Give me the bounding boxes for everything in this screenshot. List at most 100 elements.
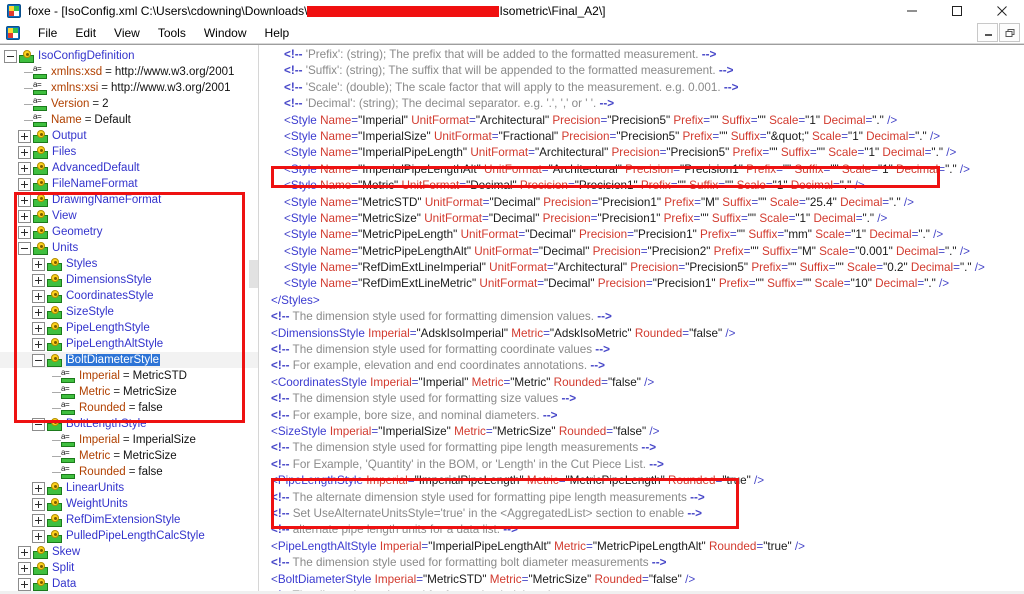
collapse-minus-icon[interactable] bbox=[18, 241, 31, 255]
expand-plus-icon[interactable] bbox=[18, 129, 31, 143]
tree-attribute-xmlns-xsd[interactable]: a= xmlns:xsd = http://www.w3.org/2001 bbox=[0, 64, 258, 80]
tree-attribute-name: Rounded bbox=[79, 466, 126, 478]
tree-attribute-imperial[interactable]: a= Imperial = MetricSTD bbox=[0, 368, 258, 384]
tree-node-filenameformat[interactable]: FileNameFormat bbox=[0, 176, 258, 192]
tree-node-split[interactable]: Split bbox=[0, 560, 258, 576]
window-title-prefix: foxe - [IsoConfig.xml C:\Users\cdowning\… bbox=[28, 4, 308, 18]
expand-plus-icon[interactable] bbox=[32, 529, 45, 543]
tree-node-drawingnameformat[interactable]: DrawingNameFormat bbox=[0, 192, 258, 208]
tree-node-label: LinearUnits bbox=[66, 482, 125, 494]
mdi-minimize-button[interactable] bbox=[977, 23, 998, 42]
menu-item-window[interactable]: Window bbox=[195, 23, 256, 43]
tree-node-boltdiameterstyle[interactable]: BoltDiameterStyle bbox=[0, 352, 258, 368]
tree-attribute-rounded[interactable]: a= Rounded = false bbox=[0, 464, 258, 480]
collapse-minus-icon[interactable] bbox=[32, 417, 45, 431]
expand-plus-icon[interactable] bbox=[32, 513, 45, 527]
tree-node-skew[interactable]: Skew bbox=[0, 544, 258, 560]
tree-attribute-version[interactable]: a= Version = 2 bbox=[0, 96, 258, 112]
expand-plus-icon[interactable] bbox=[32, 337, 45, 351]
tree-node-label: Split bbox=[52, 562, 75, 574]
tree-node-label: PipeLengthStyle bbox=[66, 322, 150, 334]
tree-node-pipelengthaltstyle[interactable]: PipeLengthAltStyle bbox=[0, 336, 258, 352]
menu-item-view[interactable]: View bbox=[105, 23, 149, 43]
tree-attribute-name[interactable]: a= Name = Default bbox=[0, 112, 258, 128]
tree-node-advanceddefault[interactable]: AdvancedDefault bbox=[0, 160, 258, 176]
tree-node-pipelengthstyle[interactable]: PipeLengthStyle bbox=[0, 320, 258, 336]
xml-element-line-style: <Style Name="MetricPipeLength" UnitForma… bbox=[284, 228, 944, 242]
xml-attribute-icon: a= bbox=[61, 384, 75, 399]
collapse-minus-icon[interactable] bbox=[4, 49, 17, 63]
menu-item-file[interactable]: File bbox=[29, 23, 66, 43]
expand-plus-icon[interactable] bbox=[32, 289, 45, 303]
tree-node-boltlengthstyle[interactable]: BoltLengthStyle bbox=[0, 416, 258, 432]
xml-element-icon bbox=[33, 209, 48, 223]
maximize-button[interactable] bbox=[934, 0, 979, 22]
tree-attribute-metric[interactable]: a= Metric = MetricSize bbox=[0, 384, 258, 400]
xml-element-line-boltdiameterstyle: <BoltDiameterStyle Imperial="MetricSTD" … bbox=[271, 572, 696, 586]
minimize-button[interactable] bbox=[889, 0, 934, 22]
expand-plus-icon[interactable] bbox=[18, 177, 31, 191]
tree-node-refdimextensionstyle[interactable]: RefDimExtensionStyle bbox=[0, 512, 258, 528]
expand-plus-icon[interactable] bbox=[18, 225, 31, 239]
tree-attribute-metric[interactable]: a= Metric = MetricSize bbox=[0, 448, 258, 464]
tree-node-dimensionsstyle[interactable]: DimensionsStyle bbox=[0, 272, 258, 288]
xml-comment-line: <!-- 'Prefix': (string); The prefix that… bbox=[284, 48, 717, 61]
expand-plus-icon[interactable] bbox=[18, 545, 31, 559]
window-title-suffix: Isometric\Final_A2\] bbox=[499, 4, 606, 18]
tree-attribute-equals: = bbox=[84, 114, 92, 126]
xml-element-icon bbox=[33, 177, 48, 191]
collapse-minus-icon[interactable] bbox=[32, 353, 45, 367]
tree-attribute-name: Metric bbox=[79, 450, 111, 462]
xml-attribute-icon: a= bbox=[33, 96, 47, 111]
tree-node-output[interactable]: Output bbox=[0, 128, 258, 144]
expand-plus-icon[interactable] bbox=[18, 209, 31, 223]
tree-node-coordinatesstyle[interactable]: CoordinatesStyle bbox=[0, 288, 258, 304]
expand-plus-icon[interactable] bbox=[18, 145, 31, 159]
tree-attribute-name: Version bbox=[51, 98, 90, 110]
xml-tree-panel[interactable]: IsoConfigDefinition a= xmlns:xsd = http://ww… bbox=[0, 45, 258, 594]
expand-plus-icon[interactable] bbox=[18, 161, 31, 175]
xml-element-icon bbox=[47, 481, 62, 495]
expand-plus-icon[interactable] bbox=[32, 273, 45, 287]
xml-element-line-style: <Style Name="RefDimExtLineImperial" Unit… bbox=[284, 261, 985, 275]
tree-attribute-equals: = bbox=[105, 66, 112, 78]
tree-node-styles[interactable]: Styles bbox=[0, 256, 258, 272]
menu-item-help[interactable]: Help bbox=[256, 23, 299, 43]
expand-plus-icon[interactable] bbox=[18, 193, 31, 207]
tree-node-isoconfigdefinition[interactable]: IsoConfigDefinition bbox=[0, 48, 258, 64]
xml-element-icon bbox=[47, 273, 62, 287]
expand-plus-icon[interactable] bbox=[32, 257, 45, 271]
tree-node-pulledpipelengthcalcstyle[interactable]: PulledPipeLengthCalcStyle bbox=[0, 528, 258, 544]
tree-attribute-xmlns-xsi[interactable]: a= xmlns:xsi = http://www.w3.org/2001 bbox=[0, 80, 258, 96]
xml-source-editor[interactable]: <!-- 'Prefix': (string); The prefix that… bbox=[263, 45, 1024, 594]
tree-attribute-rounded[interactable]: a= Rounded = false bbox=[0, 400, 258, 416]
tree-node-label: PipeLengthAltStyle bbox=[66, 338, 164, 350]
tree-node-data[interactable]: Data bbox=[0, 576, 258, 592]
menu-item-tools[interactable]: Tools bbox=[149, 23, 195, 43]
tree-node-linearunits[interactable]: LinearUnits bbox=[0, 480, 258, 496]
tree-node-view[interactable]: View bbox=[0, 208, 258, 224]
expand-plus-icon[interactable] bbox=[32, 497, 45, 511]
tree-node-sizestyle[interactable]: SizeStyle bbox=[0, 304, 258, 320]
tree-node-weightunits[interactable]: WeightUnits bbox=[0, 496, 258, 512]
tree-attribute-equals: = bbox=[113, 386, 121, 398]
tree-attribute-equals: = bbox=[122, 370, 130, 382]
xml-element-icon bbox=[33, 129, 48, 143]
xml-element-line-coordinatesstyle: <CoordinatesStyle Imperial="Imperial" Me… bbox=[271, 375, 655, 389]
expand-plus-icon[interactable] bbox=[18, 561, 31, 575]
mdi-restore-button[interactable] bbox=[999, 23, 1020, 42]
xml-element-icon bbox=[47, 353, 62, 367]
expand-plus-icon[interactable] bbox=[18, 577, 31, 591]
tree-node-units[interactable]: Units bbox=[0, 240, 258, 256]
menu-item-edit[interactable]: Edit bbox=[66, 23, 105, 43]
expand-plus-icon[interactable] bbox=[32, 305, 45, 319]
expand-plus-icon[interactable] bbox=[32, 321, 45, 335]
tree-node-geometry[interactable]: Geometry bbox=[0, 224, 258, 240]
tree-attribute-imperial[interactable]: a= Imperial = ImperialSize bbox=[0, 432, 258, 448]
expand-plus-icon[interactable] bbox=[32, 481, 45, 495]
close-button[interactable] bbox=[979, 0, 1024, 22]
tree-node-files[interactable]: Files bbox=[0, 144, 258, 160]
